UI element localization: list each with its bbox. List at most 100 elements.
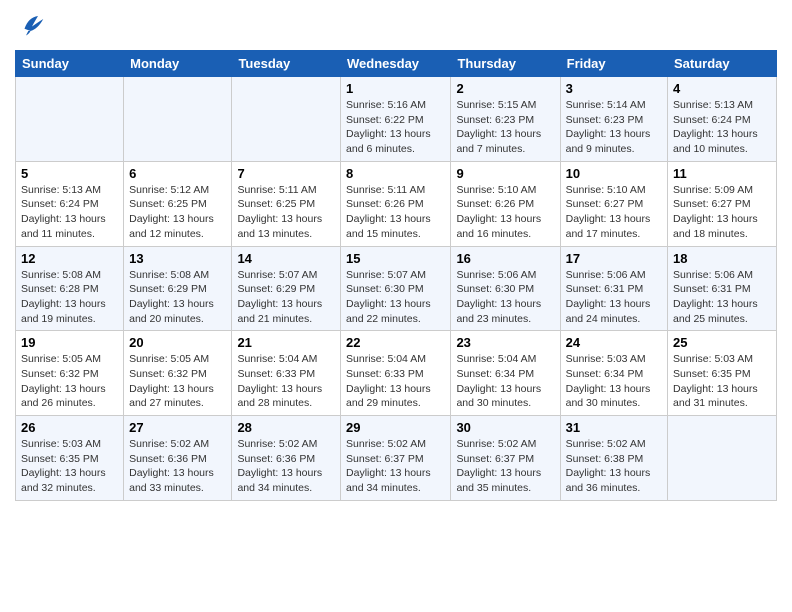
day-number-18: 18 xyxy=(673,251,771,266)
cell-w2-d1: 6 Sunrise: 5:12 AM Sunset: 6:25 PM Daylig… xyxy=(124,161,232,246)
day-info-29: Sunrise: 5:02 AM Sunset: 6:37 PM Dayligh… xyxy=(346,437,445,496)
day-info-3: Sunrise: 5:14 AM Sunset: 6:23 PM Dayligh… xyxy=(566,98,662,157)
day-info-12: Sunrise: 5:08 AM Sunset: 6:28 PM Dayligh… xyxy=(21,268,118,327)
day-info-19: Sunrise: 5:05 AM Sunset: 6:32 PM Dayligh… xyxy=(21,352,118,411)
day-info-18: Sunrise: 5:06 AM Sunset: 6:31 PM Dayligh… xyxy=(673,268,771,327)
day-info-22: Sunrise: 5:04 AM Sunset: 6:33 PM Dayligh… xyxy=(346,352,445,411)
day-number-7: 7 xyxy=(237,166,335,181)
cell-w3-d3: 15Sunrise: 5:07 AM Sunset: 6:30 PM Dayli… xyxy=(341,246,451,331)
day-info-23: Sunrise: 5:04 AM Sunset: 6:34 PM Dayligh… xyxy=(456,352,554,411)
day-number-17: 17 xyxy=(566,251,662,266)
day-info-1: Sunrise: 5:16 AM Sunset: 6:22 PM Dayligh… xyxy=(346,98,445,157)
col-friday: Friday xyxy=(560,51,667,77)
cell-w5-d6 xyxy=(668,416,777,501)
cell-w1-d5: 3 Sunrise: 5:14 AM Sunset: 6:23 PM Daylig… xyxy=(560,77,667,162)
day-info-13: Sunrise: 5:08 AM Sunset: 6:29 PM Dayligh… xyxy=(129,268,226,327)
day-info-20: Sunrise: 5:05 AM Sunset: 6:32 PM Dayligh… xyxy=(129,352,226,411)
day-number-10: 10 xyxy=(566,166,662,181)
cell-w5-d4: 30 Sunrise: 5:02 AM Sunset: 6:37 PM Dayli… xyxy=(451,416,560,501)
day-info-10: Sunrise: 5:10 AM Sunset: 6:27 PM Dayligh… xyxy=(566,183,662,242)
cell-w3-d4: 16 Sunrise: 5:06 AM Sunset: 6:30 PM Dayli… xyxy=(451,246,560,331)
calendar-body: 1 Sunrise: 5:16 AM Sunset: 6:22 PM Daylig… xyxy=(16,77,777,501)
day-info-9: Sunrise: 5:10 AM Sunset: 6:26 PM Dayligh… xyxy=(456,183,554,242)
col-thursday: Thursday xyxy=(451,51,560,77)
day-number-14: 14 xyxy=(237,251,335,266)
page-container: Sunday Monday Tuesday Wednesday Thursday… xyxy=(0,0,792,511)
day-info-5: Sunrise: 5:13 AM Sunset: 6:24 PM Dayligh… xyxy=(21,183,118,242)
col-saturday: Saturday xyxy=(668,51,777,77)
page-header xyxy=(15,10,777,40)
day-number-1: 1 xyxy=(346,81,445,96)
cell-w4-d0: 19 Sunrise: 5:05 AM Sunset: 6:32 PM Dayli… xyxy=(16,331,124,416)
day-number-29: 29 xyxy=(346,420,445,435)
day-number-28: 28 xyxy=(237,420,335,435)
cell-w5-d5: 31 Sunrise: 5:02 AM Sunset: 6:38 PM Dayli… xyxy=(560,416,667,501)
day-info-21: Sunrise: 5:04 AM Sunset: 6:33 PM Dayligh… xyxy=(237,352,335,411)
cell-w2-d5: 10 Sunrise: 5:10 AM Sunset: 6:27 PM Dayli… xyxy=(560,161,667,246)
day-number-9: 9 xyxy=(456,166,554,181)
day-number-11: 11 xyxy=(673,166,771,181)
day-number-23: 23 xyxy=(456,335,554,350)
day-number-25: 25 xyxy=(673,335,771,350)
cell-w1-d1 xyxy=(124,77,232,162)
cell-w1-d3: 1 Sunrise: 5:16 AM Sunset: 6:22 PM Daylig… xyxy=(341,77,451,162)
cell-w2-d2: 7 Sunrise: 5:11 AM Sunset: 6:25 PM Daylig… xyxy=(232,161,341,246)
day-number-30: 30 xyxy=(456,420,554,435)
week-row-2: 5 Sunrise: 5:13 AM Sunset: 6:24 PM Daylig… xyxy=(16,161,777,246)
day-number-27: 27 xyxy=(129,420,226,435)
day-number-31: 31 xyxy=(566,420,662,435)
cell-w3-d6: 18 Sunrise: 5:06 AM Sunset: 6:31 PM Dayli… xyxy=(668,246,777,331)
header-row: Sunday Monday Tuesday Wednesday Thursday… xyxy=(16,51,777,77)
day-info-27: Sunrise: 5:02 AM Sunset: 6:36 PM Dayligh… xyxy=(129,437,226,496)
day-info-30: Sunrise: 5:02 AM Sunset: 6:37 PM Dayligh… xyxy=(456,437,554,496)
day-number-26: 26 xyxy=(21,420,118,435)
day-info-14: Sunrise: 5:07 AM Sunset: 6:29 PM Dayligh… xyxy=(237,268,335,327)
day-info-4: Sunrise: 5:13 AM Sunset: 6:24 PM Dayligh… xyxy=(673,98,771,157)
day-number-6: 6 xyxy=(129,166,226,181)
cell-w1-d2 xyxy=(232,77,341,162)
cell-w5-d2: 28 Sunrise: 5:02 AM Sunset: 6:36 PM Dayli… xyxy=(232,416,341,501)
day-number-19: 19 xyxy=(21,335,118,350)
week-row-4: 19 Sunrise: 5:05 AM Sunset: 6:32 PM Dayli… xyxy=(16,331,777,416)
col-wednesday: Wednesday xyxy=(341,51,451,77)
day-number-2: 2 xyxy=(456,81,554,96)
day-info-28: Sunrise: 5:02 AM Sunset: 6:36 PM Dayligh… xyxy=(237,437,335,496)
cell-w1-d0 xyxy=(16,77,124,162)
day-number-24: 24 xyxy=(566,335,662,350)
cell-w5-d0: 26Sunrise: 5:03 AM Sunset: 6:35 PM Dayli… xyxy=(16,416,124,501)
day-number-5: 5 xyxy=(21,166,118,181)
cell-w3-d2: 14 Sunrise: 5:07 AM Sunset: 6:29 PM Dayli… xyxy=(232,246,341,331)
cell-w4-d4: 23 Sunrise: 5:04 AM Sunset: 6:34 PM Dayli… xyxy=(451,331,560,416)
day-number-4: 4 xyxy=(673,81,771,96)
day-info-6: Sunrise: 5:12 AM Sunset: 6:25 PM Dayligh… xyxy=(129,183,226,242)
cell-w4-d2: 21Sunrise: 5:04 AM Sunset: 6:33 PM Dayli… xyxy=(232,331,341,416)
col-monday: Monday xyxy=(124,51,232,77)
cell-w5-d1: 27 Sunrise: 5:02 AM Sunset: 6:36 PM Dayli… xyxy=(124,416,232,501)
day-number-20: 20 xyxy=(129,335,226,350)
day-info-7: Sunrise: 5:11 AM Sunset: 6:25 PM Dayligh… xyxy=(237,183,335,242)
cell-w3-d1: 13 Sunrise: 5:08 AM Sunset: 6:29 PM Dayli… xyxy=(124,246,232,331)
cell-w5-d3: 29 Sunrise: 5:02 AM Sunset: 6:37 PM Dayli… xyxy=(341,416,451,501)
day-number-13: 13 xyxy=(129,251,226,266)
cell-w2-d0: 5 Sunrise: 5:13 AM Sunset: 6:24 PM Daylig… xyxy=(16,161,124,246)
cell-w4-d3: 22 Sunrise: 5:04 AM Sunset: 6:33 PM Dayli… xyxy=(341,331,451,416)
day-info-31: Sunrise: 5:02 AM Sunset: 6:38 PM Dayligh… xyxy=(566,437,662,496)
day-info-16: Sunrise: 5:06 AM Sunset: 6:30 PM Dayligh… xyxy=(456,268,554,327)
cell-w1-d6: 4 Sunrise: 5:13 AM Sunset: 6:24 PM Daylig… xyxy=(668,77,777,162)
day-number-12: 12 xyxy=(21,251,118,266)
day-number-16: 16 xyxy=(456,251,554,266)
calendar-table: Sunday Monday Tuesday Wednesday Thursday… xyxy=(15,50,777,501)
logo xyxy=(15,10,47,40)
cell-w2-d3: 8Sunrise: 5:11 AM Sunset: 6:26 PM Daylig… xyxy=(341,161,451,246)
day-number-22: 22 xyxy=(346,335,445,350)
col-tuesday: Tuesday xyxy=(232,51,341,77)
day-number-8: 8 xyxy=(346,166,445,181)
logo-icon xyxy=(17,10,47,40)
day-number-3: 3 xyxy=(566,81,662,96)
cell-w4-d1: 20 Sunrise: 5:05 AM Sunset: 6:32 PM Dayli… xyxy=(124,331,232,416)
day-info-2: Sunrise: 5:15 AM Sunset: 6:23 PM Dayligh… xyxy=(456,98,554,157)
cell-w3-d5: 17Sunrise: 5:06 AM Sunset: 6:31 PM Dayli… xyxy=(560,246,667,331)
week-row-5: 26Sunrise: 5:03 AM Sunset: 6:35 PM Dayli… xyxy=(16,416,777,501)
cell-w1-d4: 2 Sunrise: 5:15 AM Sunset: 6:23 PM Daylig… xyxy=(451,77,560,162)
col-sunday: Sunday xyxy=(16,51,124,77)
